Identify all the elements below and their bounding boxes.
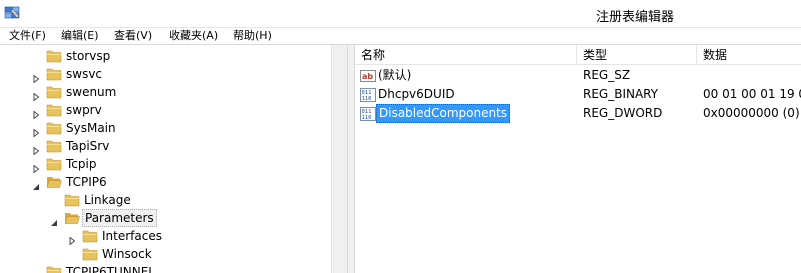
folder-icon [46, 121, 62, 135]
tree-item-label[interactable]: TCPIP6TUNNEL [64, 263, 157, 273]
value-type: REG_DWORD [583, 106, 663, 120]
tree-item[interactable]: TCPIP6 [0, 173, 320, 191]
menu-view[interactable]: 查看(V) [114, 28, 152, 45]
pane-splitter[interactable] [347, 45, 355, 273]
tree-item[interactable]: Parameters [0, 209, 320, 227]
svg-text:110: 110 [362, 115, 372, 121]
tree-item-label[interactable]: Tcpip [64, 155, 98, 173]
folder-icon [46, 49, 62, 63]
folder-icon [64, 193, 80, 207]
tree-item-label[interactable]: Interfaces [100, 227, 164, 245]
folder-icon [46, 265, 62, 273]
value-name[interactable]: DisabledComponents [376, 104, 511, 123]
dword-value-icon: 011 110 [360, 106, 376, 122]
string-value-icon: ab [360, 68, 376, 84]
tree-scrollbar[interactable] [331, 45, 347, 273]
tree-item-label[interactable]: storvsp [64, 47, 112, 65]
svg-text:110: 110 [362, 96, 372, 102]
tree-item[interactable]: Interfaces [0, 227, 320, 246]
folder-icon [46, 139, 62, 153]
tree-item[interactable]: storvsp [0, 47, 320, 65]
column-header-type[interactable]: 类型 [577, 45, 697, 65]
folder-icon [82, 229, 98, 243]
tree-item[interactable]: Linkage [0, 191, 320, 209]
tree-item-label[interactable]: swprv [64, 101, 104, 119]
folder-icon [46, 103, 62, 117]
tree-item-label[interactable]: TCPIP6 [64, 173, 109, 191]
tree-item[interactable]: swsvc [0, 65, 320, 84]
regedit-icon[interactable] [4, 5, 20, 21]
tree-item[interactable]: TapiSrv [0, 137, 320, 156]
menu-help[interactable]: 帮助(H) [233, 28, 272, 45]
folder-icon [64, 211, 80, 225]
value-type: REG_SZ [583, 68, 631, 82]
expand-arrow-icon[interactable] [32, 70, 40, 84]
column-header-name[interactable]: 名称 [355, 45, 577, 65]
menu-bar: 文件(F) 编辑(E) 查看(V) 收藏夹(A) 帮助(H) [0, 28, 801, 45]
tree-item-label[interactable]: swenum [64, 83, 118, 101]
tree-item[interactable]: Winsock [0, 245, 320, 263]
tree-item-label[interactable]: Parameters [82, 209, 157, 227]
folder-icon [82, 247, 98, 261]
value-data: 0x00000000 (0) [703, 106, 800, 120]
expand-arrow-icon[interactable] [32, 124, 40, 138]
value-type: REG_BINARY [583, 87, 659, 101]
menu-favorites[interactable]: 收藏夹(A) [169, 28, 218, 45]
registry-tree[interactable]: storvsp swsvc swenum swprv SysMain TapiSrv Tcp… [0, 45, 347, 273]
window-title: 注册表编辑器 [596, 10, 675, 25]
expand-arrow-icon[interactable] [68, 232, 76, 246]
tree-item[interactable]: swprv [0, 101, 320, 120]
folder-icon [46, 85, 62, 99]
tree-item-label[interactable]: swsvc [64, 65, 104, 83]
title-bar: 注册表编辑器 [0, 0, 801, 28]
tree-item-label[interactable]: TapiSrv [64, 137, 111, 155]
value-data: 00 01 00 01 19 0 [703, 87, 801, 101]
svg-text:ab: ab [362, 72, 373, 81]
tree-item-label[interactable]: Linkage [82, 191, 133, 209]
list-item[interactable]: 011 110 DisabledComponents REG_DWORD 0x00000… [355, 104, 801, 123]
column-header-data[interactable]: 数据 [697, 45, 801, 65]
value-name[interactable]: (默认) [378, 66, 411, 85]
list-item[interactable]: 011 110 Dhcpv6DUID REG_BINARY 00 01 00 01 19… [355, 85, 801, 104]
tree-item-label[interactable]: SysMain [64, 119, 118, 137]
binary-value-icon: 011 110 [360, 87, 376, 103]
values-list[interactable]: 名称 类型 数据 ab (默认) REG_SZ 011 110 Dhcpv6DUID REG… [355, 45, 801, 273]
tree-item[interactable]: SysMain [0, 119, 320, 138]
expand-arrow-icon[interactable] [32, 88, 40, 102]
tree-item-label[interactable]: Winsock [100, 245, 154, 263]
list-header: 名称 类型 数据 [355, 45, 801, 65]
menu-edit[interactable]: 编辑(E) [61, 28, 99, 45]
folder-icon [46, 175, 62, 189]
expand-arrow-icon[interactable] [32, 106, 40, 120]
collapse-arrow-icon[interactable] [32, 178, 40, 190]
folder-icon [46, 157, 62, 171]
tree-item[interactable]: swenum [0, 83, 320, 102]
expand-arrow-icon[interactable] [32, 142, 40, 156]
tree-item[interactable]: TCPIP6TUNNEL [0, 263, 320, 273]
expand-arrow-icon[interactable] [32, 160, 40, 174]
folder-icon [46, 67, 62, 81]
list-item[interactable]: ab (默认) REG_SZ [355, 66, 801, 85]
collapse-arrow-icon[interactable] [50, 214, 58, 226]
menu-file[interactable]: 文件(F) [9, 28, 46, 45]
tree-item[interactable]: Tcpip [0, 155, 320, 174]
value-data [703, 66, 801, 85]
value-name[interactable]: Dhcpv6DUID [378, 85, 455, 104]
